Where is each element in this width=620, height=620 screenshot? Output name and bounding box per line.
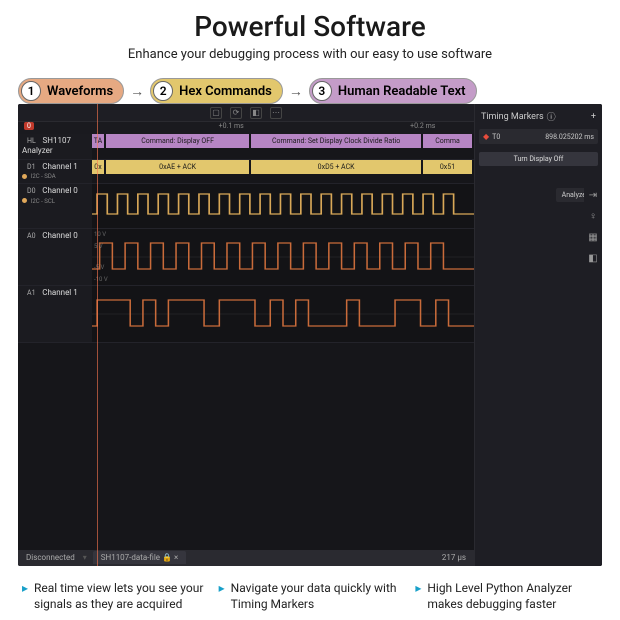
arrow-icon: →: [130, 83, 144, 100]
data-block[interactable]: 0x51: [423, 160, 474, 174]
callout-num: 1: [21, 81, 41, 101]
channel-tag: D1: [22, 161, 41, 173]
protocol-block[interactable]: TA: [92, 134, 106, 148]
feature-bullets: Real time view lets you see your signals…: [0, 566, 620, 620]
data-block[interactable]: 0x: [92, 160, 106, 174]
channel-name[interactable]: Channel 0: [42, 231, 77, 240]
analog-waveform[interactable]: [92, 286, 474, 342]
protocol-block[interactable]: Command: Set Display Clock Divide Ratio: [251, 134, 423, 148]
add-marker-button[interactable]: +: [591, 112, 596, 122]
callout-human: 3 Human Readable Text: [309, 78, 477, 104]
arrow-icon: →: [289, 83, 303, 100]
axis-tick: -5 V: [94, 264, 104, 271]
channel-tag: HL: [22, 135, 41, 147]
channel-color-dot: [22, 174, 27, 179]
marker-value: 898.025202 ms: [545, 133, 594, 141]
ruler-zero: 0: [24, 122, 34, 130]
marker-diamond-icon: ◆: [483, 132, 489, 141]
tool-icon[interactable]: ⇥: [589, 190, 597, 201]
axis-tick: 10 V: [94, 231, 106, 238]
info-icon[interactable]: ⓘ: [547, 110, 556, 123]
data-block[interactable]: 0xD5 + ACK: [251, 160, 423, 174]
feature-bullet: High Level Python Analyzer makes debuggi…: [415, 580, 598, 612]
callout-row: 1 Waveforms → 2 Hex Commands → 3 Human R…: [0, 70, 620, 104]
digital-row: D0 Channel 0 I2C - SCL: [18, 184, 474, 229]
protocol-block[interactable]: Command: Display OFF: [106, 134, 251, 148]
right-tool-rail: ⇥ ♀ ▦ ◧: [584, 184, 602, 270]
toolbar-button[interactable]: ⟳: [230, 107, 242, 119]
hero-title: Powerful Software: [20, 10, 600, 43]
file-tab[interactable]: SH1107-data-file 🔒 ×: [93, 551, 187, 564]
analog-waveform[interactable]: 10 V 5 V -5 V -10 V: [92, 229, 474, 285]
analog-row: A1 Channel 1: [18, 286, 474, 343]
close-icon[interactable]: ×: [174, 553, 178, 562]
ruler-tick: +0.2 ms: [410, 122, 435, 130]
channel-name[interactable]: Channel 1: [42, 288, 77, 297]
side-panel: Timing Markers ⓘ + ◆ T0 898.025202 ms Tu…: [474, 104, 602, 566]
toolbar-button[interactable]: ⋯: [270, 107, 282, 119]
protocol-row: HL SH1107 Analyzer TA Command: Display O…: [18, 134, 474, 160]
lock-icon: 🔒: [162, 553, 172, 562]
time-ruler[interactable]: 0 +0.1 ms +0.2 ms: [18, 122, 474, 134]
hero-subtitle: Enhance your debugging process with our …: [20, 47, 600, 62]
side-panel-title: Timing Markers: [481, 112, 544, 122]
toolbar-button[interactable]: ◧: [250, 107, 262, 119]
app-toolbar: ▢ ⟳ ◧ ⋯: [18, 104, 474, 122]
analyzer-app: ▢ ⟳ ◧ ⋯ 0 +0.1 ms +0.2 ms HL SH1107 Anal…: [18, 104, 602, 566]
channel-sub: I2C - SCL: [31, 198, 55, 205]
feature-bullet: Real time view lets you see your signals…: [22, 580, 205, 612]
callout-label: Human Readable Text: [338, 84, 466, 99]
tool-icon[interactable]: ◧: [588, 253, 597, 264]
callout-num: 2: [153, 81, 173, 101]
tool-icon[interactable]: ♀: [589, 211, 597, 222]
timing-marker[interactable]: ◆ T0 898.025202 ms: [479, 129, 598, 144]
ruler-tick: +0.1 ms: [219, 122, 244, 130]
callout-label: Waveforms: [47, 84, 113, 99]
callout-hex: 2 Hex Commands: [150, 78, 283, 104]
channel-name[interactable]: Channel 1: [42, 162, 77, 171]
analog-row: A0 Channel 0 10 V 5 V -5 V -10 V: [18, 229, 474, 286]
callout-waveforms: 1 Waveforms: [18, 78, 124, 104]
zoom-level[interactable]: 217 µs: [442, 553, 474, 562]
axis-tick: 5 V: [94, 243, 103, 250]
marker-label: T0: [492, 133, 500, 141]
tool-icon[interactable]: ▦: [588, 232, 597, 243]
connection-status[interactable]: Disconnected: [18, 553, 83, 562]
callout-num: 3: [312, 81, 332, 101]
channel-tag: D0: [22, 185, 41, 197]
status-bar: Disconnected ▾ SH1107-data-file 🔒 × 217 …: [18, 550, 474, 566]
axis-tick: -10 V: [94, 276, 108, 283]
channel-name[interactable]: Channel 0: [42, 186, 77, 195]
protocol-block[interactable]: Comma: [423, 134, 474, 148]
data-block[interactable]: 0xAE + ACK: [106, 160, 251, 174]
channel-tag: A1: [22, 287, 41, 299]
channel-sub: I2C - SDA: [31, 173, 56, 180]
digital-waveform[interactable]: [92, 184, 474, 228]
channel-color-dot: [22, 198, 27, 203]
channel-tag: A0: [22, 230, 41, 242]
callout-label: Hex Commands: [179, 84, 272, 99]
toolbar-button[interactable]: ▢: [210, 107, 222, 119]
feature-bullet: Navigate your data quickly with Timing M…: [219, 580, 402, 612]
marker-action[interactable]: Turn Display Off: [479, 152, 598, 166]
data-row: D1 Channel 1 I2C - SDA 0x 0xAE + ACK 0xD…: [18, 160, 474, 184]
